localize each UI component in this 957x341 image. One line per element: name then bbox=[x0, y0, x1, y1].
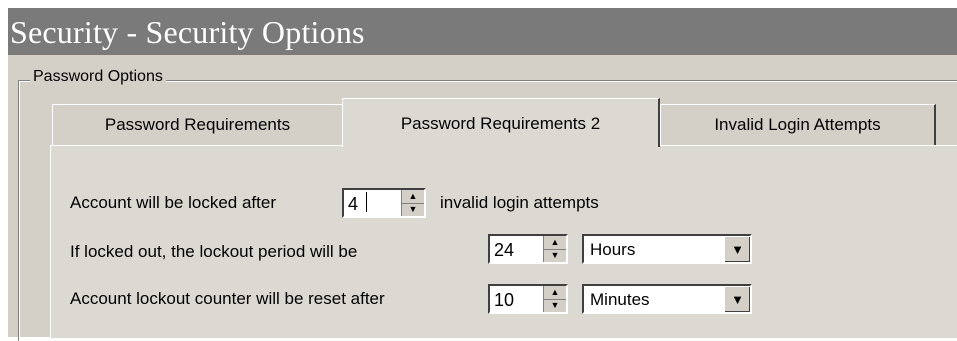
spin-up-arrow-icon[interactable]: ▲ bbox=[544, 286, 566, 300]
lockout-period-spin-buttons[interactable]: ▲ ▼ bbox=[543, 236, 566, 262]
spin-up-arrow-icon[interactable]: ▲ bbox=[402, 190, 424, 204]
attempts-value: 4 bbox=[348, 194, 359, 214]
tab-label: Password Requirements bbox=[104, 115, 291, 134]
reset-counter-unit-select[interactable]: Minutes ▼ bbox=[582, 284, 752, 314]
dropdown-arrow-icon[interactable]: ▼ bbox=[724, 286, 750, 312]
locked-after-label: Account will be locked after bbox=[70, 193, 276, 212]
reset-counter-label: Account lockout counter will be reset af… bbox=[70, 289, 385, 308]
tab-password-requirements[interactable]: Password Requirements bbox=[52, 104, 344, 145]
lockout-period-spinbox[interactable]: 24 ▲ ▼ bbox=[488, 234, 568, 264]
window-title: Security - Security Options bbox=[10, 14, 365, 50]
tab-label: Password Requirements 2 bbox=[400, 114, 601, 133]
lockout-period-unit-value: Hours bbox=[590, 240, 636, 259]
spin-up-arrow-icon[interactable]: ▲ bbox=[544, 236, 566, 250]
spin-down-arrow-icon[interactable]: ▼ bbox=[544, 249, 566, 262]
invalid-attempts-label: invalid login attempts bbox=[440, 193, 599, 212]
tab-invalid-login-attempts[interactable]: Invalid Login Attempts bbox=[660, 104, 936, 145]
attempts-spinbox[interactable]: 4 ▲ ▼ bbox=[342, 188, 426, 218]
reset-counter-spin-buttons[interactable]: ▲ ▼ bbox=[543, 286, 566, 312]
lockout-period-label: If locked out, the lockout period will b… bbox=[70, 242, 358, 261]
lockout-period-value: 24 bbox=[494, 240, 515, 260]
lockout-period-unit-select[interactable]: Hours ▼ bbox=[582, 234, 752, 264]
dropdown-arrow-icon[interactable]: ▼ bbox=[724, 236, 750, 262]
spin-down-arrow-icon[interactable]: ▼ bbox=[544, 299, 566, 312]
reset-counter-spinbox[interactable]: 10 ▲ ▼ bbox=[488, 284, 568, 314]
tab-label: Invalid Login Attempts bbox=[714, 115, 881, 134]
text-caret bbox=[366, 192, 367, 212]
attempts-spin-buttons[interactable]: ▲ ▼ bbox=[401, 190, 424, 216]
spin-down-arrow-icon[interactable]: ▼ bbox=[402, 203, 424, 216]
reset-counter-value: 10 bbox=[494, 290, 515, 310]
group-label: Password Options bbox=[30, 66, 166, 88]
tab-password-requirements-2[interactable]: Password Requirements 2 bbox=[342, 98, 660, 147]
reset-counter-unit-value: Minutes bbox=[590, 290, 650, 309]
